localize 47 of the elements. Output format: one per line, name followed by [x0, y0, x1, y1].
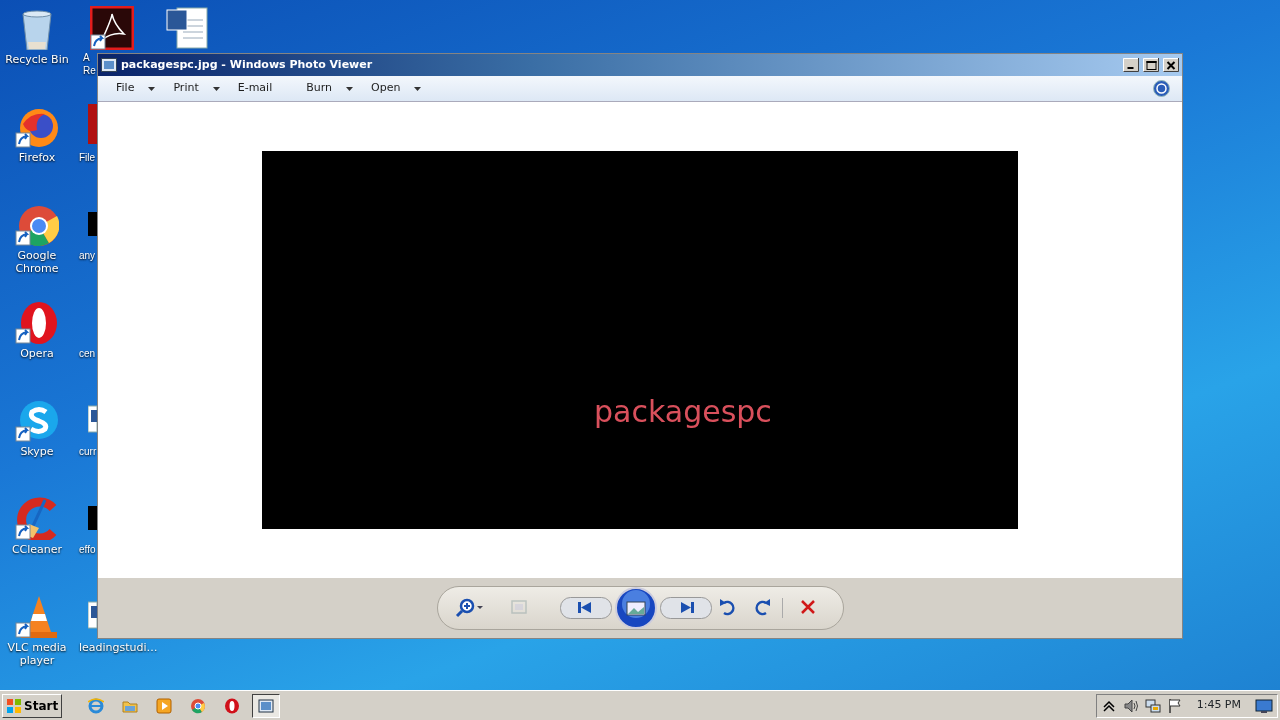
menu-item[interactable]: Print: [165, 78, 228, 99]
photo-viewer-icon[interactable]: [252, 693, 281, 718]
icon-label[interactable]: VLC media player: [0, 641, 74, 667]
icon-label[interactable]: effo: [79, 543, 96, 556]
icon-label[interactable]: any: [79, 249, 96, 262]
help-icon[interactable]: [1153, 80, 1170, 97]
menu-item[interactable]: Open: [363, 78, 430, 99]
previous-button[interactable]: [559, 595, 612, 621]
icon-label[interactable]: File: [79, 151, 96, 164]
show-desktop-icon[interactable]: [1255, 697, 1273, 714]
close-button[interactable]: [1163, 58, 1179, 72]
caret-icon[interactable]: [148, 86, 156, 91]
icon-label[interactable]: Google Chrome: [0, 249, 74, 275]
icon-label[interactable]: CCleaner: [11, 543, 63, 556]
caret-icon[interactable]: [346, 86, 354, 91]
windows-logo-icon: [6, 697, 22, 714]
image-text: packagespc: [594, 393, 772, 431]
clock[interactable]: 1:45 PM: [1188, 697, 1249, 714]
caret-icon[interactable]: [212, 86, 220, 91]
icon-label[interactable]: A Re: [83, 51, 96, 77]
ccleaner-icon[interactable]: [15, 496, 59, 540]
window-title: packagespc.jpg - Windows Photo Viewer: [121, 56, 373, 73]
speaker-icon[interactable]: [1122, 697, 1139, 714]
minimize-button[interactable]: [1123, 58, 1139, 72]
menu-item[interactable]: Burn: [298, 78, 362, 99]
flag-icon[interactable]: [1166, 697, 1183, 714]
next-button[interactable]: [659, 595, 712, 621]
caret-icon[interactable]: [414, 86, 422, 91]
menu-item[interactable]: File: [108, 78, 164, 99]
menu-item[interactable]: E-mail: [229, 78, 281, 99]
maximize-button[interactable]: [1143, 58, 1159, 72]
traffic-cone-icon[interactable]: [15, 594, 59, 638]
skype-icon[interactable]: [15, 398, 59, 442]
icon-label[interactable]: Opera: [20, 347, 54, 360]
pdf-icon[interactable]: [90, 6, 134, 50]
slideshow-button[interactable]: [613, 587, 658, 629]
icon-label[interactable]: curr: [79, 445, 97, 458]
start-button[interactable]: Start: [2, 693, 63, 718]
icon-label[interactable]: Firefox: [18, 151, 56, 164]
opera-icon[interactable]: [15, 300, 59, 344]
icon-label[interactable]: Skype: [20, 445, 54, 458]
icon-label[interactable]: leadingstudi…: [79, 641, 158, 654]
photo-icon: [101, 58, 117, 72]
icon-label[interactable]: Recycle Bin: [5, 53, 69, 66]
network-icon[interactable]: [1144, 697, 1161, 714]
document-icon[interactable]: [165, 6, 209, 50]
icon-label[interactable]: cen: [79, 347, 96, 360]
